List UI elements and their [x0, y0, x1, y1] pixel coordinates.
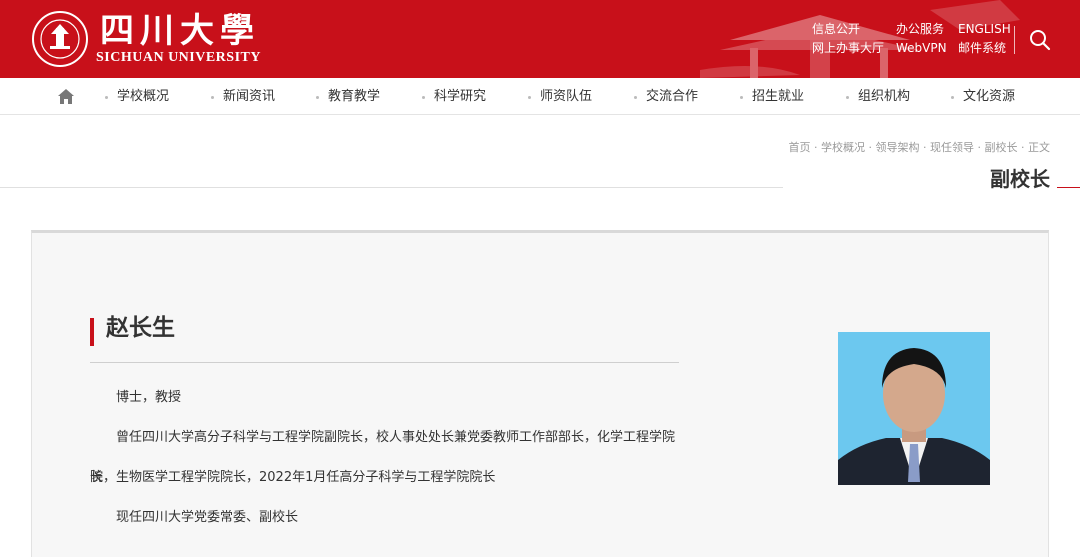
nav-item-overview[interactable]: 学校概况	[105, 89, 169, 105]
nav-label: 新闻资讯	[223, 89, 276, 104]
university-seal-logo	[32, 11, 88, 67]
breadcrumb-divider	[0, 187, 783, 188]
online-service-hall-link[interactable]: 网上办事大厅	[812, 41, 884, 55]
page-title: 副校长	[990, 167, 1050, 191]
home-icon[interactable]	[57, 88, 75, 105]
page: 四川大學 SICHUAN UNIVERSITY 信息公开 办公服务 ENGLIS…	[0, 0, 1080, 557]
nav-bullet	[105, 96, 108, 99]
nav-label: 招生就业	[752, 89, 805, 104]
nav-item-organization[interactable]: 组织机构	[846, 89, 910, 105]
nav-bullet	[634, 96, 637, 99]
person-name: 赵长生	[106, 315, 175, 341]
site-header: 四川大學 SICHUAN UNIVERSITY 信息公开 办公服务 ENGLIS…	[0, 0, 1080, 78]
person-portrait-photo	[838, 332, 990, 485]
nav-label: 科学研究	[434, 89, 487, 104]
profile-career-line2: 长，生物医学工程学院院长，2022年1月任高分子科学与工程学院院长	[90, 470, 496, 485]
name-accent-bar	[90, 318, 94, 346]
nav-label: 组织机构	[858, 89, 911, 104]
main-nav: 学校概况 新闻资讯 教育教学 科学研究 师资队伍 交流合作 招生就业 组织机构	[0, 78, 1080, 115]
brand-name-english: SICHUAN UNIVERSITY	[96, 50, 261, 65]
nav-item-education[interactable]: 教育教学	[316, 89, 380, 105]
gate-building-illustration	[700, 0, 1020, 78]
nav-bullet	[211, 96, 214, 99]
nav-label: 文化资源	[963, 89, 1016, 104]
nav-label: 师资队伍	[540, 89, 593, 104]
nav-item-news[interactable]: 新闻资讯	[211, 89, 275, 105]
name-divider	[90, 362, 679, 363]
mail-system-link[interactable]: 邮件系统	[958, 41, 1006, 55]
nav-item-admission[interactable]: 招生就业	[740, 89, 804, 105]
nav-item-research[interactable]: 科学研究	[422, 89, 486, 105]
nav-bullet	[846, 96, 849, 99]
webvpn-link[interactable]: WebVPN	[896, 41, 947, 55]
title-accent-line	[1057, 187, 1080, 188]
brand-name-chinese: 四川大學	[100, 11, 260, 51]
english-link[interactable]: ENGLISH	[958, 22, 1011, 36]
nav-item-exchange[interactable]: 交流合作	[634, 89, 698, 105]
nav-label: 教育教学	[328, 89, 381, 104]
nav-bullet	[528, 96, 531, 99]
breadcrumb[interactable]: 首页 · 学校概况 · 领导架构 · 现任领导 · 副校长 · 正文	[789, 139, 1050, 155]
nav-bullet	[422, 96, 425, 99]
nav-bullet	[740, 96, 743, 99]
info-disclosure-link[interactable]: 信息公开	[812, 22, 860, 36]
nav-label: 学校概况	[117, 89, 170, 104]
nav-bullet	[951, 96, 954, 99]
nav-bullet	[316, 96, 319, 99]
nav-label: 交流合作	[646, 89, 699, 104]
nav-item-culture[interactable]: 文化资源	[951, 89, 1015, 105]
header-divider	[1014, 26, 1015, 54]
profile-degree: 博士，教授	[116, 390, 182, 405]
profile-current-position: 现任四川大学党委常委、副校长	[116, 510, 299, 525]
office-service-link[interactable]: 办公服务	[896, 22, 944, 36]
search-icon[interactable]	[1028, 28, 1052, 52]
nav-item-faculty[interactable]: 师资队伍	[528, 89, 592, 105]
